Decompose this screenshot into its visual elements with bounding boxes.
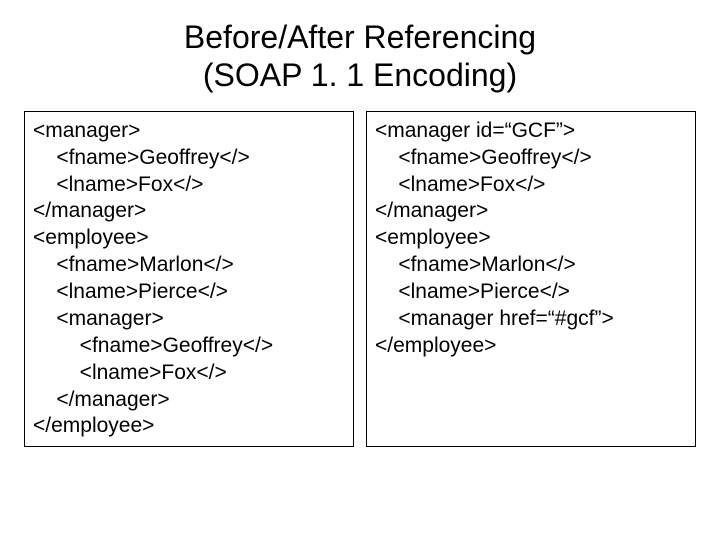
after-code-box: <manager id=“GCF”> <fname>Geoffrey</> <l… — [366, 111, 696, 448]
code-columns: <manager> <fname>Geoffrey</> <lname>Fox<… — [20, 111, 700, 448]
title-line-2: (SOAP 1. 1 Encoding) — [203, 57, 517, 93]
slide: Before/After Referencing (SOAP 1. 1 Enco… — [0, 0, 720, 540]
title-line-1: Before/After Referencing — [184, 19, 536, 55]
before-code-box: <manager> <fname>Geoffrey</> <lname>Fox<… — [24, 111, 354, 448]
slide-title: Before/After Referencing (SOAP 1. 1 Enco… — [20, 18, 700, 95]
